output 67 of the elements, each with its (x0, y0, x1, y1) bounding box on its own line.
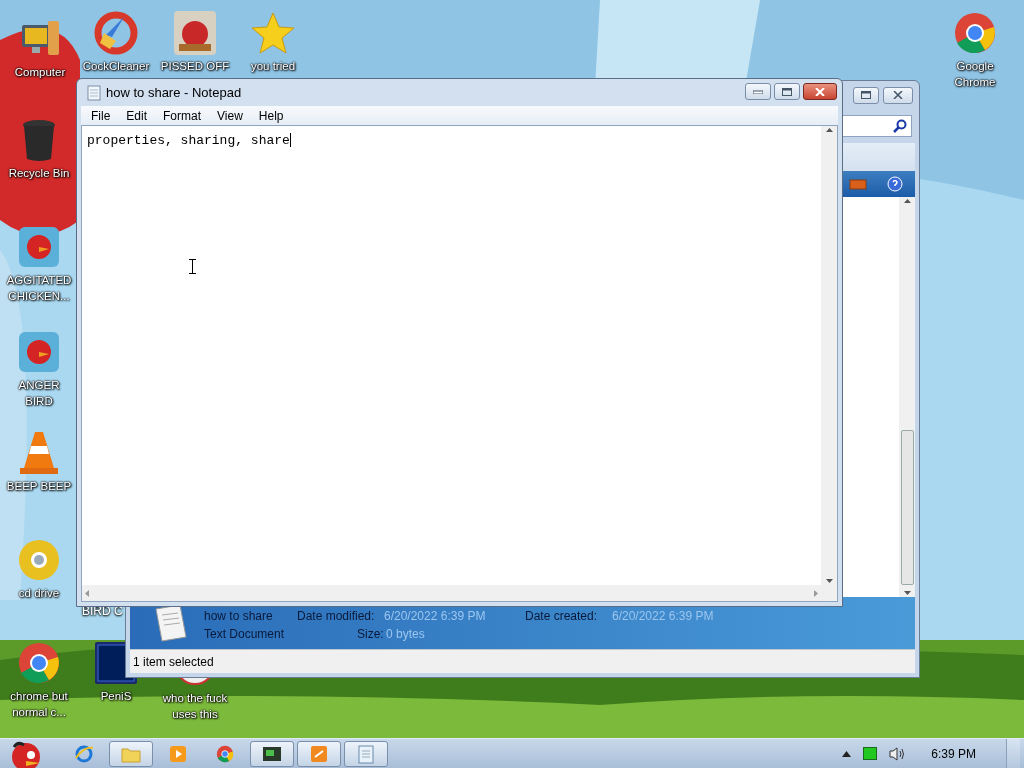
close-button[interactable] (883, 86, 913, 104)
icon-label[interactable]: Computer (14, 64, 66, 80)
maximize-icon (782, 87, 792, 96)
icon-label: BIRD C (82, 603, 123, 620)
size-label: Size: (357, 626, 385, 643)
icon-label[interactable]: chrome but normal c... (0, 688, 78, 720)
date-created-label: Date created: (525, 608, 599, 625)
menu-item[interactable]: Help (258, 106, 284, 125)
show-desktop-button[interactable] (1006, 739, 1020, 768)
notepad-icon (357, 743, 375, 764)
menu-item[interactable]: View (217, 106, 243, 125)
terminal-icon (262, 744, 282, 763)
media-player-icon (169, 744, 187, 763)
close-button[interactable] (803, 83, 837, 100)
maximize-icon (861, 91, 871, 99)
bird-app-icon (19, 332, 59, 372)
bird-app-icon (19, 227, 59, 267)
taskbar-button[interactable] (250, 740, 294, 767)
window-title: how to share - Notepad (106, 83, 243, 102)
scroll-right-icon (814, 589, 818, 597)
text-cursor-icon (189, 259, 196, 274)
maximize-button[interactable] (853, 86, 879, 104)
panel-icon (849, 178, 867, 190)
vertical-scrollbar[interactable] (821, 126, 837, 585)
chrome-icon (953, 11, 997, 55)
file-type: Text Document (204, 626, 286, 643)
close-icon (815, 87, 825, 96)
notepad-icon (87, 84, 101, 101)
date-modified-label: Date modified: (297, 608, 376, 625)
editor-icon (310, 744, 328, 763)
scroll-down-icon (825, 579, 833, 583)
scroll-up-icon (825, 128, 833, 132)
browser-icon (74, 743, 94, 764)
close-icon (893, 91, 903, 99)
menu-item[interactable]: Edit (126, 106, 148, 125)
date-created-value: 6/20/2022 6:39 PM (612, 608, 714, 625)
vertical-scrollbar[interactable] (899, 197, 915, 597)
minimize-button[interactable] (745, 83, 771, 100)
maximize-button[interactable] (774, 83, 800, 100)
disc-icon (18, 539, 60, 581)
address-bar (843, 143, 915, 171)
show-hidden-icons-icon[interactable] (842, 750, 852, 757)
scroll-thumb[interactable] (900, 430, 914, 585)
scroll-up-icon (903, 199, 911, 203)
scroll-left-icon (85, 589, 89, 597)
horizontal-scrollbar[interactable] (82, 585, 821, 601)
icon-label[interactable]: Recycle Bin (8, 165, 70, 181)
game-icon (173, 10, 217, 56)
help-icon (887, 176, 903, 192)
menu-item[interactable]: File (91, 106, 111, 125)
search-field[interactable] (842, 115, 912, 137)
file-name: how to share (204, 608, 274, 625)
document-text: properties, sharing, share (87, 133, 290, 148)
traffic-cone-icon (18, 430, 60, 476)
menu-item[interactable]: Format (163, 106, 202, 125)
broom-icon (94, 11, 138, 55)
chrome-icon (17, 641, 61, 685)
size-value: 0 bytes (386, 626, 425, 643)
minimize-icon (753, 89, 763, 94)
text-caret (289, 132, 291, 147)
star-icon (250, 11, 296, 55)
date-modified-value: 6/20/2022 6:39 PM (384, 608, 487, 625)
chrome-icon (216, 744, 234, 763)
icon-label[interactable]: PeniS (100, 688, 132, 704)
scroll-down-icon (903, 591, 911, 595)
clock[interactable]: 6:39 PM (931, 744, 976, 763)
search-icon (893, 119, 907, 133)
